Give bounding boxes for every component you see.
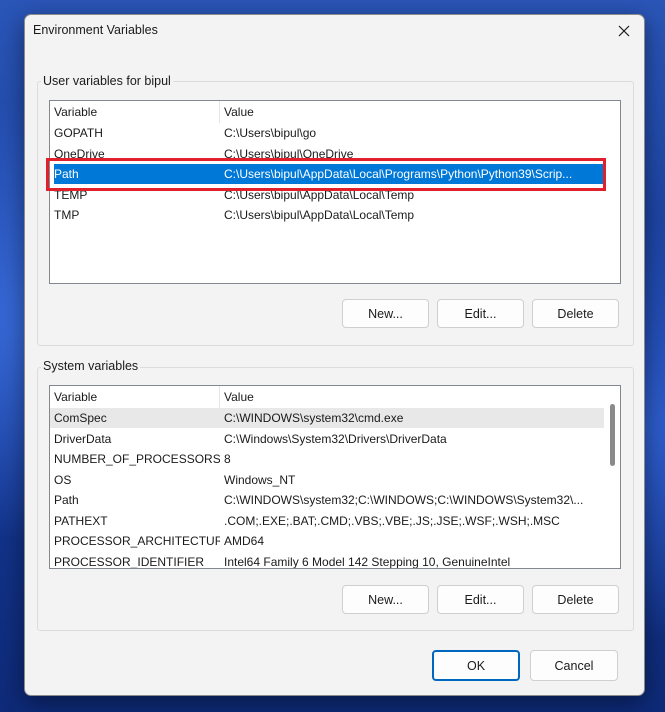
variable-value-cell: 8 — [224, 452, 231, 466]
scrollbar-thumb[interactable] — [610, 404, 615, 466]
variable-value-cell: C:\Users\bipul\AppData\Local\Temp — [224, 208, 415, 222]
column-header-variable[interactable]: Variable — [54, 390, 97, 404]
table-row[interactable]: OneDrive C:\Users\bipul\OneDrive — [50, 144, 620, 164]
variable-name-cell: NUMBER_OF_PROCESSORS — [54, 452, 220, 466]
variable-name-cell: TEMP — [54, 187, 88, 202]
table-row[interactable]: Path C:\WINDOWS\system32;C:\WINDOWS;C:\WI… — [50, 490, 606, 510]
table-row[interactable]: GOPATH C:\Users\bipul\go — [50, 123, 620, 143]
system-edit-button[interactable]: Edit... — [437, 585, 524, 614]
table-row[interactable]: Path C:\Users\bipul\AppData\Local\Program… — [54, 164, 606, 184]
user-edit-button[interactable]: Edit... — [437, 299, 524, 328]
column-header-value[interactable]: Value — [224, 390, 254, 404]
variable-value-cell: AMD64 — [224, 534, 265, 548]
variable-value-cell: C:\WINDOWS\system32\cmd.exe — [224, 411, 404, 425]
table-row[interactable]: ComSpec C:\WINDOWS\system32\cmd.exe — [50, 408, 606, 428]
ok-button[interactable]: OK — [432, 650, 520, 681]
close-icon — [618, 25, 630, 36]
vertical-scrollbar[interactable] — [604, 386, 620, 568]
variable-value-cell: Windows_NT — [224, 472, 296, 487]
variable-value-cell: C:\Users\bipul\AppData\Local\Programs\Py… — [224, 167, 573, 181]
variable-value-cell: C:\Users\bipul\go — [224, 126, 317, 140]
variable-name-cell: PROCESSOR_ARCHITECTURE — [54, 534, 220, 548]
user-variables-header: Variable Value — [50, 101, 620, 123]
table-row[interactable]: PROCESSOR_IDENTIFIER Intel64 Family 6 Mod… — [50, 552, 606, 569]
close-button[interactable] — [604, 15, 644, 46]
variable-value-cell: C:\WINDOWS\system32;C:\WINDOWS;C:\WINDOW… — [224, 493, 584, 507]
variable-value-cell: C:\Windows\System32\Drivers\DriverData — [224, 431, 447, 446]
variable-value-cell: Intel64 Family 6 Model 142 Stepping 10, … — [224, 554, 511, 569]
system-variables-label: System variables — [41, 359, 141, 373]
table-row[interactable]: PATHEXT .COM;.EXE;.BAT;.CMD;.VBS;.VBE;.JS… — [50, 511, 606, 531]
table-row[interactable]: OS Windows_NT — [50, 470, 606, 490]
environment-variables-dialog: Environment Variables User variables for… — [24, 14, 645, 696]
column-divider[interactable] — [219, 101, 220, 123]
system-variables-header: Variable Value — [50, 386, 620, 408]
user-new-button[interactable]: New... — [342, 299, 429, 328]
table-row[interactable]: PROCESSOR_ARCHITECTURE AMD64 — [50, 531, 606, 551]
variable-value-cell: .COM;.EXE;.BAT;.CMD;.VBS;.VBE;.JS;.JSE;.… — [224, 513, 560, 528]
system-variables-list[interactable]: Variable Value ComSpec C:\WINDOWS\system3… — [49, 385, 621, 569]
column-header-variable[interactable]: Variable — [54, 105, 97, 119]
variable-name-cell: Path — [54, 493, 79, 507]
variable-name-cell: PROCESSOR_IDENTIFIER — [54, 554, 205, 569]
system-new-button[interactable]: New... — [342, 585, 429, 614]
variable-name-cell: Path — [54, 167, 79, 181]
variable-name-cell: ComSpec — [54, 411, 107, 425]
variable-name-cell: TMP — [54, 208, 80, 222]
variable-name-cell: GOPATH — [54, 126, 103, 140]
table-row[interactable]: TMP C:\Users\bipul\AppData\Local\Temp — [50, 205, 620, 225]
cancel-button[interactable]: Cancel — [530, 650, 618, 681]
user-delete-button[interactable]: Delete — [532, 299, 619, 328]
user-variables-list[interactable]: Variable Value GOPATH C:\Users\bipul\go On… — [49, 100, 621, 284]
variable-name-cell: OneDrive — [54, 146, 105, 161]
table-row[interactable]: TEMP C:\Users\bipul\AppData\Local\Temp — [50, 185, 620, 205]
variable-name-cell: OS — [54, 472, 72, 487]
system-delete-button[interactable]: Delete — [532, 585, 619, 614]
dialog-title: Environment Variables — [33, 23, 158, 37]
variable-value-cell: C:\Users\bipul\OneDrive — [224, 146, 354, 161]
table-row[interactable]: DriverData C:\Windows\System32\Drivers\Dr… — [50, 429, 606, 449]
title-bar: Environment Variables — [25, 15, 644, 47]
table-row[interactable]: NUMBER_OF_PROCESSORS 8 — [50, 449, 606, 469]
column-divider[interactable] — [219, 386, 220, 408]
variable-value-cell: C:\Users\bipul\AppData\Local\Temp — [224, 187, 415, 202]
column-header-value[interactable]: Value — [224, 105, 254, 119]
user-variables-label: User variables for bipul — [41, 74, 173, 88]
variable-name-cell: DriverData — [54, 431, 112, 446]
variable-name-cell: PATHEXT — [54, 513, 108, 528]
